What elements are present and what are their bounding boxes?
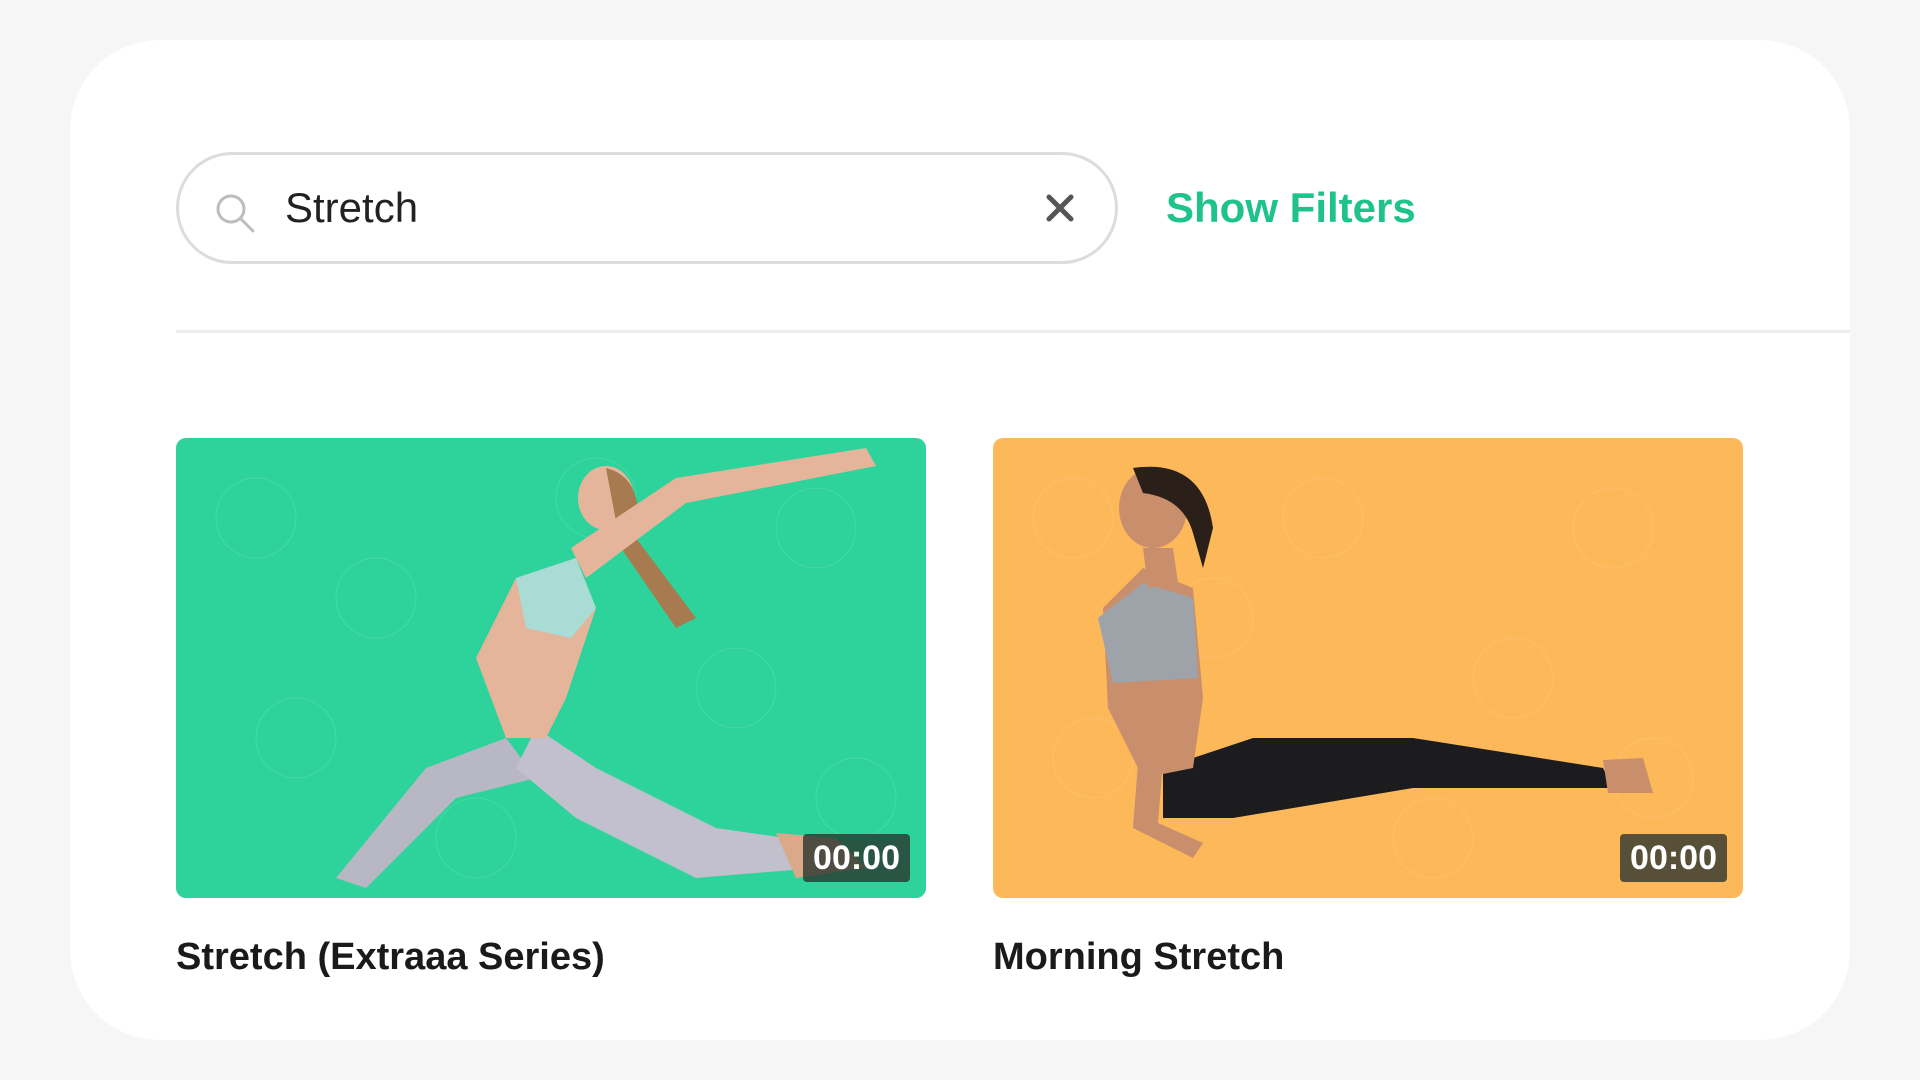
yoga-pose-image	[993, 438, 1743, 898]
video-card[interactable]: 00:00 Morning Stretch	[993, 438, 1743, 979]
search-icon	[216, 194, 255, 233]
search-row: Stretch Show Filters	[176, 152, 1850, 270]
video-title[interactable]: Stretch (Extraaa Series)	[176, 936, 926, 979]
yoga-pose-image	[176, 438, 926, 898]
duration-badge: 00:00	[1620, 834, 1727, 882]
video-title[interactable]: Morning Stretch	[993, 936, 1743, 979]
search-input[interactable]: Stretch	[176, 152, 1118, 264]
video-card[interactable]: 00:00 Stretch (Extraaa Series)	[176, 438, 926, 979]
search-query-text[interactable]: Stretch	[285, 155, 418, 261]
clear-search-button[interactable]	[1037, 185, 1083, 231]
show-filters-link[interactable]: Show Filters	[1166, 152, 1416, 264]
divider	[176, 330, 1850, 333]
close-icon	[1046, 194, 1074, 222]
duration-badge: 00:00	[803, 834, 910, 882]
video-thumbnail[interactable]: 00:00	[993, 438, 1743, 898]
video-thumbnail[interactable]: 00:00	[176, 438, 926, 898]
main-panel: Stretch Show Filters 00:00 Stretch (Extr…	[70, 40, 1850, 1040]
